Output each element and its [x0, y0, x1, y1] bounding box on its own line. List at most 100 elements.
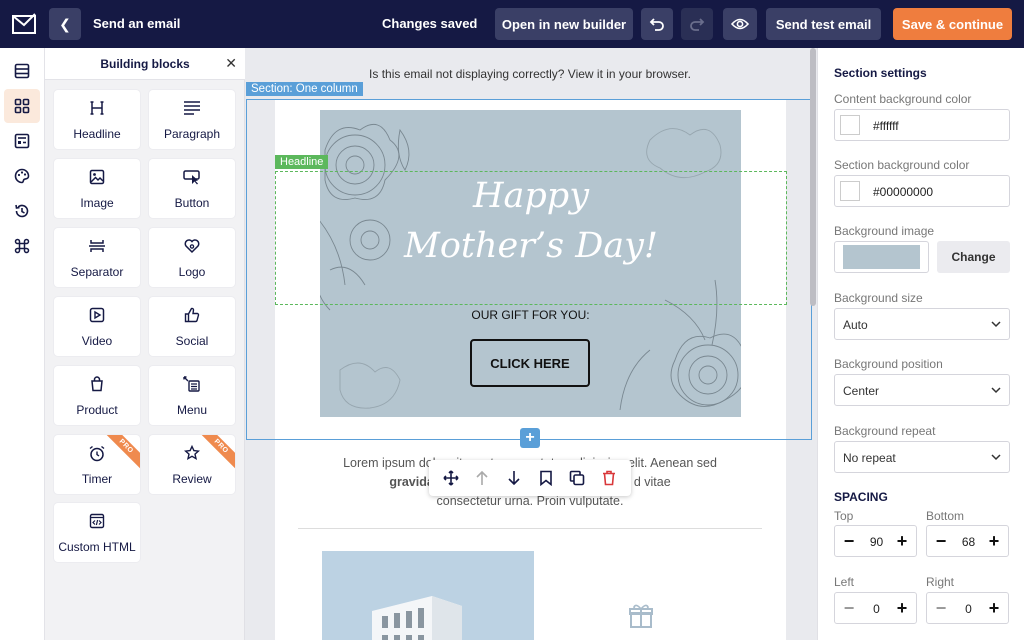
back-button[interactable]: ❮ [49, 8, 81, 40]
top-spacing-value[interactable]: 90 [859, 535, 894, 549]
blocks-title: Building blocks [100, 57, 190, 71]
increment-button[interactable]: + [983, 597, 1005, 619]
move-button[interactable] [440, 467, 462, 489]
social-icon [149, 307, 235, 325]
close-icon[interactable]: ✕ [225, 55, 237, 72]
decrement-button[interactable]: − [838, 530, 860, 552]
redo-button[interactable] [681, 8, 713, 40]
hero-title-line-1: Happy [473, 176, 589, 216]
bg-position-select[interactable]: Center [834, 374, 1010, 406]
rail-templates-button[interactable] [4, 124, 40, 158]
content-bg-color-field[interactable]: #ffffff [834, 109, 1010, 141]
section-tag[interactable]: Section: One column [246, 82, 363, 96]
duplicate-button[interactable] [566, 467, 588, 489]
building-blocks-panel: Building blocks ✕ Headline Paragraph Ima… [45, 48, 245, 640]
menu-icon [149, 376, 235, 394]
block-separator[interactable]: Separator [54, 228, 140, 287]
separator-line [298, 528, 762, 529]
plus-icon: + [525, 429, 535, 446]
bottom-label: Bottom [926, 509, 965, 523]
headline-tag[interactable]: Headline [275, 155, 329, 169]
open-new-builder-button[interactable]: Open in new builder [495, 8, 633, 40]
decrement-button[interactable]: − [930, 597, 952, 619]
right-spacing-stepper[interactable]: − 0 + [926, 592, 1009, 624]
save-continue-button[interactable]: Save & continue [893, 8, 1012, 40]
app-logo-icon[interactable] [10, 10, 38, 38]
section-bg-color-field[interactable]: #00000000 [834, 175, 1010, 207]
block-label: Image [80, 196, 114, 210]
top-label: Top [834, 509, 854, 523]
bg-repeat-value: No repeat [843, 451, 896, 465]
section-bg-label: Section background color [834, 158, 970, 172]
color-swatch[interactable] [840, 115, 860, 135]
block-product[interactable]: Product [54, 366, 140, 425]
bg-size-label: Background size [834, 291, 923, 305]
change-bg-image-button[interactable]: Change [937, 241, 1010, 273]
undo-button[interactable] [641, 8, 673, 40]
hero-title-line-2: Mother’s Day! [404, 226, 658, 266]
rail-shortcuts-button[interactable] [4, 229, 40, 263]
building-image[interactable] [322, 551, 534, 640]
decrement-button[interactable]: − [930, 530, 952, 552]
block-label: Button [174, 196, 210, 210]
block-social[interactable]: Social [149, 297, 235, 356]
view-in-browser-notice[interactable]: Is this email not displaying correctly? … [245, 67, 815, 81]
bg-repeat-select[interactable]: No repeat [834, 441, 1010, 473]
send-test-email-button[interactable]: Send test email [766, 8, 881, 40]
block-menu[interactable]: Menu [149, 366, 235, 425]
bottom-spacing-value[interactable]: 68 [951, 535, 986, 549]
decrement-button[interactable]: − [838, 597, 860, 619]
bg-image-thumbnail[interactable] [834, 241, 929, 273]
block-timer[interactable]: Timer PRO [54, 435, 140, 494]
left-spacing-value[interactable]: 0 [859, 602, 894, 616]
add-section-button[interactable]: + [520, 428, 540, 448]
bg-position-label: Background position [834, 357, 943, 371]
increment-button[interactable]: + [983, 530, 1005, 552]
blocks-grid-icon [14, 98, 30, 114]
bookmark-icon [539, 470, 552, 486]
move-down-button[interactable] [503, 467, 525, 489]
arrow-up-icon [476, 470, 489, 485]
right-label: Right [926, 575, 955, 589]
delete-button[interactable] [598, 467, 620, 489]
trash-icon [603, 470, 616, 486]
right-spacing-value[interactable]: 0 [951, 602, 986, 616]
block-label: Product [76, 403, 118, 417]
block-paragraph[interactable]: Paragraph [149, 90, 235, 149]
block-logo[interactable]: Logo [149, 228, 235, 287]
top-spacing-stepper[interactable]: − 90 + [834, 525, 917, 557]
click-here-button[interactable]: CLICK HERE [470, 339, 590, 387]
color-swatch[interactable] [840, 181, 860, 201]
rail-history-button[interactable] [4, 194, 40, 228]
blocks-header: Building blocks ✕ [45, 48, 245, 80]
increment-button[interactable]: + [891, 597, 913, 619]
move-up-button[interactable] [471, 467, 493, 489]
block-image[interactable]: Image [54, 159, 140, 218]
bg-size-value: Auto [843, 318, 868, 332]
block-label: Video [81, 334, 113, 348]
bg-size-select[interactable]: Auto [834, 308, 1010, 340]
increment-button[interactable]: + [891, 530, 913, 552]
rail-design-button[interactable] [4, 159, 40, 193]
bottom-spacing-stepper[interactable]: − 68 + [926, 525, 1009, 557]
left-spacing-stepper[interactable]: − 0 + [834, 592, 917, 624]
block-button[interactable]: Button [149, 159, 235, 218]
layout-icon [14, 63, 30, 79]
button-icon [149, 169, 235, 187]
block-custom-html[interactable]: Custom HTML [54, 503, 140, 562]
rail-layout-button[interactable] [4, 54, 40, 88]
preview-button[interactable] [723, 8, 757, 40]
video-icon [54, 307, 140, 325]
save-block-button[interactable] [535, 467, 557, 489]
block-video[interactable]: Video [54, 297, 140, 356]
undo-icon [649, 18, 664, 31]
save-status: Changes saved [382, 16, 478, 31]
canvas-scrollbar[interactable] [810, 48, 816, 306]
duplicate-icon [570, 470, 585, 486]
chevron-down-icon [991, 321, 1001, 328]
custom-html-icon [54, 513, 140, 531]
block-headline[interactable]: Headline [54, 90, 140, 149]
block-review[interactable]: Review PRO [149, 435, 235, 494]
rail-blocks-button[interactable] [4, 89, 40, 123]
separator-icon [54, 238, 140, 256]
